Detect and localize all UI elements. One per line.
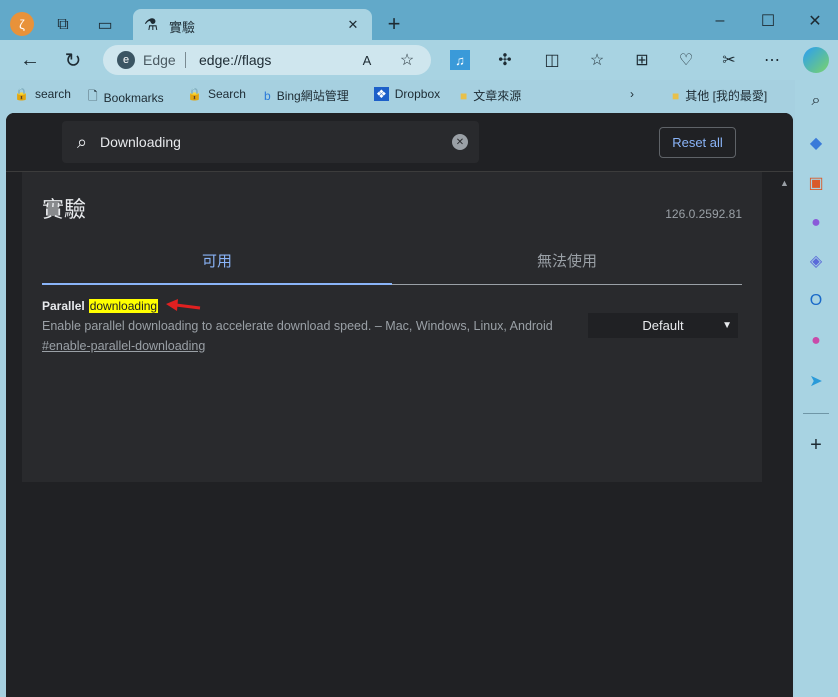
divider <box>803 413 829 414</box>
music-icon[interactable]: ♫ <box>450 50 470 70</box>
split-screen-icon[interactable]: ◫ <box>541 49 563 71</box>
bookmarks-bar: 🔒 search 🗋 Bookmarks 🔒 Search b Bing網站管理 ❖ Dr… <box>0 82 795 110</box>
bing-icon: b <box>264 88 271 103</box>
more-bookmarks-chevron-icon[interactable]: › <box>630 87 634 101</box>
title-bar: ζ ⧉ ▭ + – ☐ ✕ <box>0 0 838 40</box>
address-bar[interactable]: e Edge edge://flags A ☆ <box>103 45 431 75</box>
search-icon[interactable]: ⌕ <box>805 90 827 112</box>
site-label: Edge <box>143 52 176 68</box>
profile-avatar[interactable]: ζ <box>10 12 34 36</box>
page-icon: 🗋 <box>88 89 98 103</box>
reset-all-button[interactable]: Reset all <box>659 127 736 158</box>
bookmark-lock-icon: 🔒 <box>187 87 202 101</box>
collections-icon[interactable]: ⊞ <box>631 49 653 71</box>
experiment-link[interactable]: #enable-parallel-downloading <box>42 339 742 353</box>
bookmark-folder[interactable]: ■ 文章來源 <box>460 87 521 104</box>
chevron-down-icon: ▼ <box>722 320 732 331</box>
scroll-up-icon[interactable]: ▲ <box>779 178 790 188</box>
tab-available[interactable]: 可用 <box>42 237 392 285</box>
tab-unavailable[interactable]: 無法使用 <box>392 237 742 285</box>
shopping-tag-icon[interactable]: ◆ <box>805 132 827 154</box>
more-icon[interactable]: ⋯ <box>761 49 783 71</box>
browser-essentials-icon[interactable]: ♡ <box>675 49 697 71</box>
url-text[interactable]: edge://flags <box>199 52 271 68</box>
scrollbar[interactable]: ▲ <box>776 172 793 697</box>
favorites-icon[interactable]: ☆ <box>586 49 608 71</box>
refresh-icon[interactable]: ↻ <box>61 48 85 72</box>
tab-title: 實驗 <box>169 20 196 35</box>
dropbox-icon: ❖ <box>374 87 389 101</box>
experiment-select[interactable]: Default ▼ <box>588 313 738 338</box>
flags-search-input[interactable]: ⌕ Downloading ✕ <box>62 121 479 163</box>
new-tab-icon[interactable]: + <box>382 11 406 36</box>
flags-header: ⌕ Downloading ✕ Reset all <box>6 113 793 172</box>
extensions-icon[interactable]: ✣ <box>494 49 516 71</box>
tools-icon[interactable]: ▣ <box>805 172 827 194</box>
screenshot-icon[interactable]: ✂ <box>718 49 740 71</box>
workspaces-icon[interactable]: ⧉ <box>52 14 74 36</box>
flask-icon: ⚗ <box>143 17 159 34</box>
close-window-icon[interactable]: ✕ <box>803 10 827 32</box>
bookmark-lock-icon: 🔒 <box>14 87 29 101</box>
flags-page: ⌕ Downloading ✕ Reset all 實驗 126.0.2592.… <box>6 113 793 697</box>
people-icon[interactable]: ● <box>805 212 827 234</box>
vertical-tabs-icon[interactable]: ▭ <box>94 14 116 36</box>
games-icon[interactable]: ● <box>805 330 827 352</box>
read-aloud-icon[interactable]: A <box>357 50 377 70</box>
page-title: 實驗 <box>42 197 87 222</box>
bookmark-item[interactable]: b Bing網站管理 <box>264 87 349 104</box>
search-value: Downloading <box>100 134 181 150</box>
version-text: 126.0.2592.81 <box>665 207 742 221</box>
telegram-icon[interactable]: ➤ <box>805 370 827 392</box>
tab-flags[interactable]: ⚗ 實驗 ✕ <box>133 9 372 42</box>
copilot-icon[interactable] <box>803 47 829 73</box>
search-highlight: downloading <box>88 299 159 313</box>
edge-logo-icon: e <box>117 51 135 69</box>
bookmark-item[interactable]: 🔒 Search <box>187 87 246 101</box>
close-tab-icon[interactable]: ✕ <box>343 15 363 35</box>
bookmark-item[interactable]: 🗋 Bookmarks <box>88 87 164 108</box>
search-icon: ⌕ <box>76 131 88 152</box>
red-arrow-annotation <box>166 299 201 311</box>
bookmark-item[interactable]: 🔒 search <box>14 87 71 101</box>
outlook-icon[interactable]: O <box>805 290 827 312</box>
minimize-icon[interactable]: – <box>708 10 732 32</box>
folder-icon: ■ <box>460 88 468 103</box>
sidebar: ⌕ ◆ ▣ ● ◈ O ● ➤ + <box>795 80 838 697</box>
add-app-icon[interactable]: + <box>805 434 827 456</box>
copilot-app-icon[interactable]: ◈ <box>805 250 827 272</box>
bookmark-item[interactable]: ❖ Dropbox <box>374 87 440 101</box>
flags-card: 實驗 126.0.2592.81 可用 無法使用 Parallel downlo… <box>22 172 762 482</box>
other-favorites-folder[interactable]: ■ 其他 [我的最愛] <box>672 87 767 104</box>
favorite-star-icon[interactable]: ☆ <box>397 50 417 70</box>
clear-search-icon[interactable]: ✕ <box>452 134 468 150</box>
back-icon[interactable]: ← <box>18 48 42 72</box>
divider <box>185 52 186 68</box>
folder-icon: ■ <box>672 88 680 103</box>
experiment-name: Parallel <box>42 299 85 313</box>
maximize-icon[interactable]: ☐ <box>756 10 780 32</box>
